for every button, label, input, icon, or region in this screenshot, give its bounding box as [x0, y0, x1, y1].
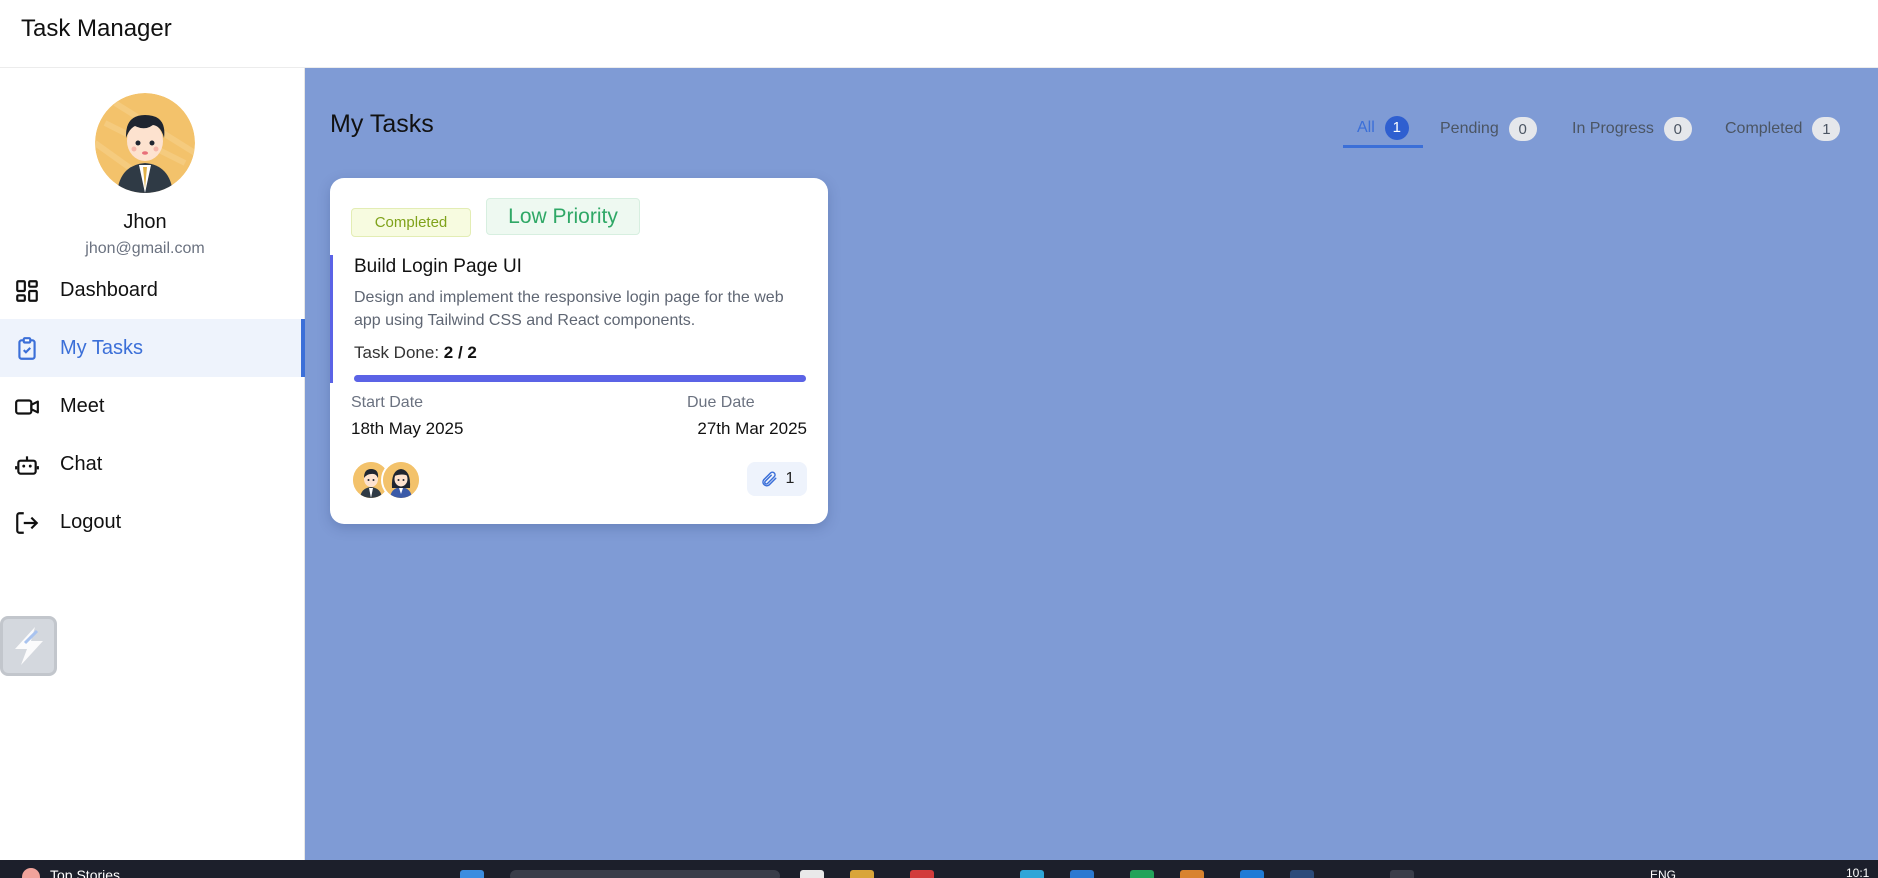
sidebar-item-chat[interactable]: Chat: [0, 435, 305, 493]
app-icon[interactable]: [1180, 870, 1204, 878]
sidebar-item-dashboard[interactable]: Dashboard: [0, 261, 305, 319]
status-badge: Completed: [351, 208, 471, 237]
progress-fill: [354, 375, 806, 382]
tab-count: 0: [1663, 117, 1692, 141]
bot-icon: [15, 456, 39, 475]
task-filter-tabs: All 1 Pending 0 In Progress 0 Completed …: [305, 110, 1878, 150]
due-date-label: Due Date: [687, 394, 755, 411]
tab-pending[interactable]: Pending 0: [1440, 110, 1537, 148]
main-content: My Tasks All 1 Pending 0 In Progress 0 C…: [305, 68, 1878, 860]
tab-count: 1: [1812, 117, 1841, 141]
user-avatar-icon: [95, 93, 195, 193]
progress-bar: [354, 375, 806, 382]
taskbar-search-icon[interactable]: [510, 870, 780, 878]
sidebar-item-meet[interactable]: Meet: [0, 377, 305, 435]
app-icon[interactable]: [1390, 870, 1414, 878]
tab-completed[interactable]: Completed 1: [1725, 110, 1841, 148]
video-camera-icon: [15, 399, 39, 415]
card-accent-bar: [330, 255, 333, 383]
avatar[interactable]: [95, 93, 195, 193]
assignee-avatar[interactable]: [381, 460, 421, 500]
file-explorer-icon[interactable]: [800, 870, 824, 878]
start-date-value: 18th May 2025: [351, 419, 464, 438]
clock[interactable]: 10:1: [1846, 866, 1869, 878]
sidebar-item-label: Logout: [60, 510, 122, 533]
paperclip-icon: [761, 471, 777, 487]
app-icon[interactable]: [1020, 870, 1044, 878]
sidebar-item-my-tasks[interactable]: My Tasks: [0, 319, 305, 377]
sidebar-item-label: Dashboard: [60, 278, 158, 301]
task-title: Build Login Page UI: [354, 256, 522, 277]
attachments-button[interactable]: 1: [747, 462, 807, 496]
folder-icon[interactable]: [850, 870, 874, 878]
app-icon[interactable]: [1130, 870, 1154, 878]
task-description: Design and implement the responsive logi…: [354, 289, 784, 329]
sidebar-item-logout[interactable]: Logout: [0, 493, 305, 551]
task-card[interactable]: Completed Low Priority Build Login Page …: [330, 178, 828, 524]
attachments-count: 1: [785, 470, 795, 487]
floating-extension-button[interactable]: [0, 616, 57, 676]
browser-icon[interactable]: [1240, 870, 1264, 878]
bolt-icon: [15, 627, 43, 665]
sidebar-item-label: Meet: [60, 394, 105, 417]
app-title: Task Manager: [21, 15, 172, 42]
user-name: Jhon: [123, 211, 167, 233]
top-bar: Task Manager: [0, 0, 1878, 68]
task-done-label: Task Done:: [354, 343, 440, 362]
grid-icon: [16, 280, 38, 302]
sidebar-item-label: My Tasks: [60, 336, 143, 359]
logout-icon: [16, 512, 39, 534]
tab-count: 1: [1384, 115, 1409, 140]
sidebar: Jhon jhon@gmail.com Dashboard My Tasks M…: [0, 68, 305, 860]
os-taskbar: Top Stories ENG 10:1: [0, 860, 1878, 878]
app-icon[interactable]: [1070, 870, 1094, 878]
female-avatar-icon: [383, 462, 419, 498]
sidebar-item-label: Chat: [60, 452, 103, 475]
tab-in-progress[interactable]: In Progress 0: [1572, 110, 1692, 148]
tab-label: All: [1357, 118, 1375, 136]
app-icon[interactable]: [1290, 870, 1314, 878]
start-menu-icon[interactable]: [460, 870, 484, 878]
clipboard-check-icon: [18, 337, 36, 360]
start-date-label: Start Date: [351, 394, 424, 411]
app-icon[interactable]: [910, 870, 934, 878]
tab-count: 0: [1508, 117, 1537, 141]
tab-all[interactable]: All 1: [1343, 110, 1423, 148]
priority-badge: Low Priority: [486, 198, 640, 235]
task-done-value: 2 / 2: [443, 343, 477, 362]
weather-icon[interactable]: [22, 868, 40, 878]
task-done: Task Done: 2 / 2: [354, 343, 477, 363]
tab-label: Completed: [1725, 120, 1803, 137]
tab-label: In Progress: [1572, 120, 1654, 137]
tab-label: Pending: [1440, 120, 1499, 137]
news-widget-label[interactable]: Top Stories: [50, 867, 120, 878]
language-indicator[interactable]: ENG: [1650, 868, 1676, 878]
user-email: jhon@gmail.com: [85, 240, 205, 257]
due-date-value: 27th Mar 2025: [697, 419, 807, 438]
